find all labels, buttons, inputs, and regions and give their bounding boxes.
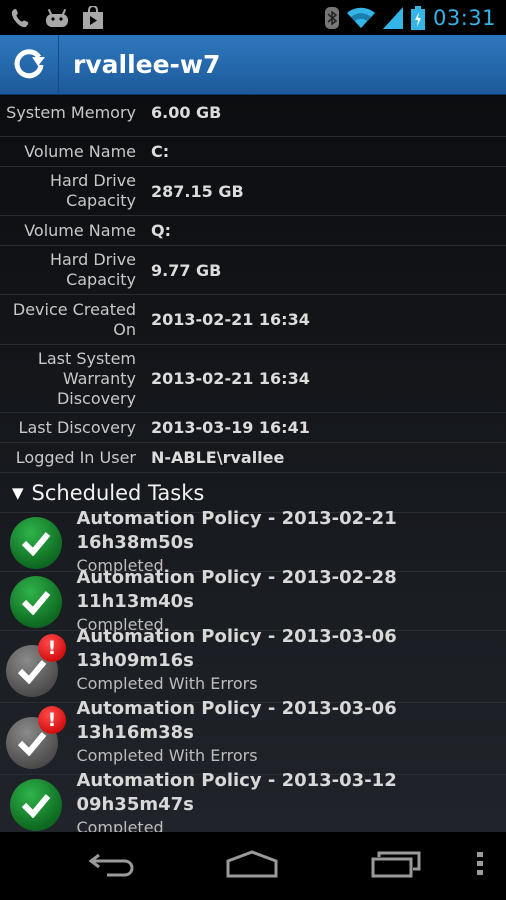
- play-store-icon: [82, 5, 104, 30]
- info-label: Last System Warranty Discovery: [37, 348, 136, 408]
- info-value: 6.00 GB: [151, 103, 222, 122]
- recent-apps-icon: [371, 849, 421, 883]
- info-row-device-created-on: Device Created On 2013-02-21 16:34: [0, 295, 506, 345]
- navigation-bar: [0, 832, 506, 900]
- back-icon: [87, 849, 137, 883]
- page-title: rvallee-w7: [73, 50, 221, 79]
- expand-arrow-icon: ▼: [12, 483, 24, 502]
- task-title: Automation Policy - 2013-02-21 16h38m50s: [76, 508, 397, 553]
- info-label: System Memory: [6, 102, 136, 122]
- task-item[interactable]: Automation Policy - 2013-02-28 11h13m40s…: [0, 567, 506, 634]
- clock: 03:31: [432, 5, 496, 30]
- info-row-last-warranty-discovery: Last System Warranty Discovery 2013-02-2…: [0, 345, 506, 413]
- home-icon: [225, 849, 279, 883]
- info-value: 2013-03-19 16:41: [151, 418, 310, 437]
- info-label: Hard Drive Capacity: [49, 250, 136, 289]
- info-label: Hard Drive Capacity: [49, 171, 136, 210]
- task-title: Automation Policy - 2013-02-28 11h13m40s: [76, 567, 397, 612]
- info-value: C:: [151, 142, 170, 161]
- completed-check-icon: [10, 576, 62, 628]
- overflow-menu-icon: [476, 851, 484, 881]
- error-badge-icon: !: [38, 706, 66, 734]
- info-row-system-memory: System Memory 6.00 GB: [0, 95, 506, 137]
- info-label: Volume Name: [24, 220, 136, 240]
- info-row-hard-drive-capacity: Hard Drive Capacity 9.77 GB: [0, 246, 506, 295]
- completed-check-icon: [10, 779, 62, 831]
- info-label: Logged In User: [15, 447, 136, 467]
- menu-button[interactable]: [470, 848, 490, 884]
- back-button[interactable]: [84, 848, 140, 884]
- task-status: Completed With Errors: [76, 745, 258, 765]
- info-value: 2013-02-21 16:34: [151, 369, 310, 388]
- section-title: Scheduled Tasks: [31, 480, 205, 505]
- info-label: Device Created On: [12, 299, 136, 339]
- task-item[interactable]: Automation Policy - 2013-02-21 16h38m50s…: [0, 508, 506, 575]
- info-row-logged-in-user: Logged In User N-ABLE\rvallee: [0, 443, 506, 473]
- task-title: Automation Policy - 2013-03-06 13h16m38s: [76, 697, 397, 743]
- task-title: Automation Policy - 2013-03-06 13h09m16s: [76, 625, 397, 671]
- wifi-icon: [346, 7, 375, 29]
- info-row-volume-name: Volume Name C:: [0, 137, 506, 167]
- device-details-scroll[interactable]: System Memory 6.00 GB Volume Name C: Har…: [0, 95, 506, 832]
- task-item[interactable]: Automation Policy - 2013-03-12 09h35m47s…: [0, 770, 506, 832]
- info-row-volume-name: Volume Name Q:: [0, 216, 506, 246]
- task-status: Completed: [76, 818, 164, 832]
- status-bar: 03:31: [0, 0, 506, 35]
- refresh-icon: [10, 44, 48, 86]
- recent-apps-button[interactable]: [368, 848, 424, 884]
- task-title: Automation Policy - 2013-03-12 09h35m47s: [76, 770, 397, 815]
- error-badge-icon: !: [38, 634, 66, 662]
- info-row-last-discovery: Last Discovery 2013-03-19 16:41: [0, 413, 506, 443]
- android-icon: [44, 8, 70, 28]
- info-label: Volume Name: [24, 141, 136, 161]
- task-item[interactable]: ! Automation Policy - 2013-03-06 13h16m3…: [0, 698, 506, 775]
- info-value: Q:: [151, 221, 171, 240]
- action-bar: rvallee-w7: [0, 34, 506, 95]
- info-value: 287.15 GB: [151, 181, 244, 201]
- info-row-hard-drive-capacity: Hard Drive Capacity 287.15 GB: [0, 167, 506, 216]
- task-status: Completed With Errors: [76, 673, 258, 693]
- info-value: N-ABLE\rvallee: [151, 448, 285, 467]
- home-button[interactable]: [224, 848, 280, 884]
- info-value: 9.77 GB: [151, 260, 222, 280]
- signal-icon: [382, 6, 403, 29]
- battery-charging-icon: [410, 5, 425, 30]
- completed-check-icon: [10, 517, 62, 569]
- info-value: 2013-02-21 16:34: [151, 310, 310, 329]
- bluetooth-icon: [324, 6, 339, 29]
- refresh-button[interactable]: [0, 34, 59, 95]
- info-label: Last Discovery: [18, 417, 136, 437]
- task-item[interactable]: ! Automation Policy - 2013-03-06 13h09m1…: [0, 626, 506, 703]
- phone-icon: [10, 7, 32, 29]
